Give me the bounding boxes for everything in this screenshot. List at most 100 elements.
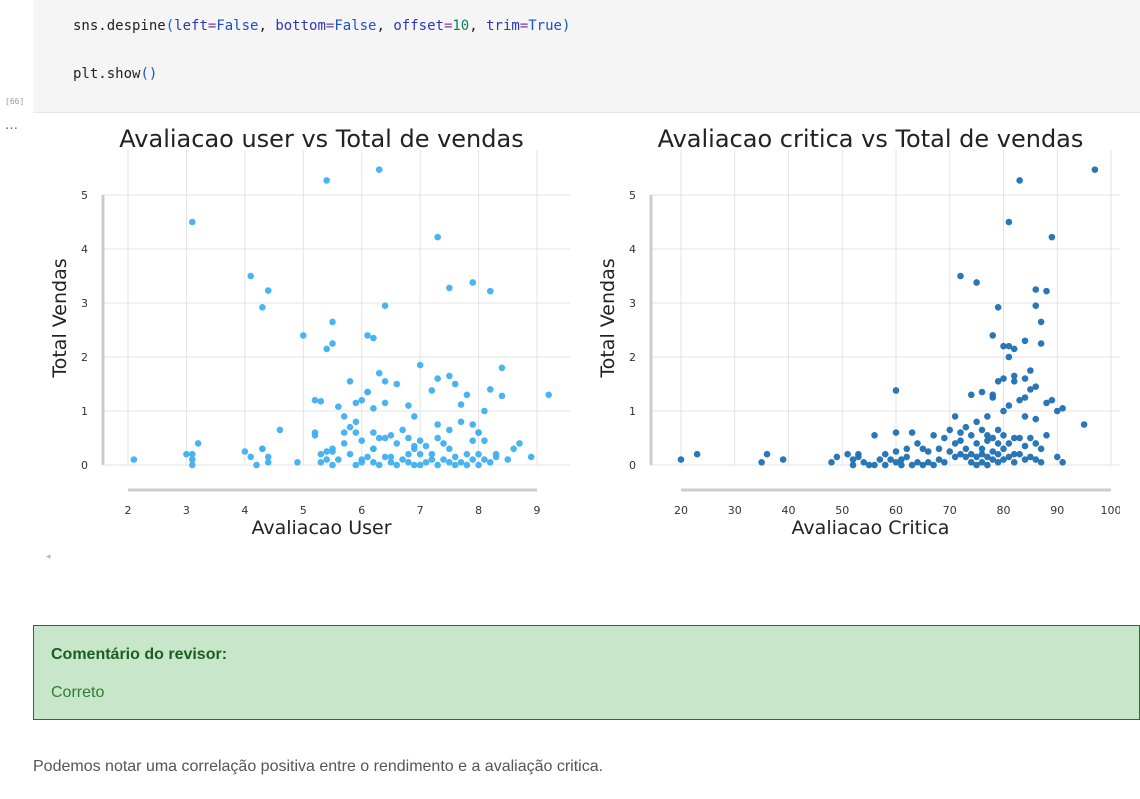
user-xtick-label: 9 [534,504,541,517]
user-data-point [428,387,436,394]
critic-data-point [1037,318,1045,326]
user-data-point [393,380,401,388]
user-data-point [352,429,360,436]
user-data-point [498,364,506,372]
user-data-point [405,434,412,442]
critic-xtick-label: 90 [1050,504,1064,517]
critic-data-point [978,388,986,396]
user-data-point [387,432,395,439]
critic-data-point [941,459,948,466]
code-val-trim: True [528,18,562,34]
code-cell[interactable]: sns.despine(left=False, bottom=False, of… [33,0,1140,113]
user-data-point [416,461,424,469]
user-data-point [492,450,500,458]
user-data-point [241,448,249,455]
critic-ytick-label: 1 [629,405,636,418]
user-data-point [381,302,389,309]
critic-data-point [973,279,980,286]
user-data-point [481,437,488,445]
user-data-point [370,334,377,342]
user-data-point [486,287,494,295]
user-data-point [469,279,477,286]
user-data-point [370,445,377,453]
user-xtick-label: 7 [417,504,424,517]
user-data-point [405,402,412,409]
user-data-point [405,450,412,458]
critic-data-point [881,450,889,458]
user-data-point [393,461,401,469]
critic-data-point [1021,413,1029,420]
user-data-point [405,459,412,466]
user-xtick-label: 4 [241,504,248,517]
output-collapse-icon[interactable]: … [5,118,19,133]
critic-x-axis-label: Avaliacao Critica [792,517,950,539]
user-data-point [475,450,482,458]
critic-data-point [903,453,911,461]
user-data-point [335,456,342,463]
user-ytick-label: 2 [81,351,88,364]
scroll-left-icon[interactable]: ◂ [46,552,51,562]
critic-data-point [957,437,964,445]
critic-data-point [994,440,1002,447]
user-data-point [188,456,196,463]
user-data-point [346,378,354,385]
user-ytick-label: 5 [81,189,88,202]
critic-xtick-label: 30 [728,504,742,517]
critic-data-point [978,426,986,434]
critic-data-point [962,445,970,453]
user-data-point [428,450,436,458]
user-data-point [264,287,272,294]
user-data-point [311,429,319,436]
critic-data-point [1021,375,1029,382]
critic-data-point [892,448,900,455]
critic-data-point [903,445,911,453]
critic-data-point [1091,166,1099,173]
code-val-bottom: False [334,18,377,34]
user-data-point [516,440,523,447]
critic-data-point [1021,442,1029,450]
critic-data-point [1000,407,1007,415]
code-arg-trim: trim [486,18,520,34]
user-data-point [381,378,389,385]
user-data-point [346,450,354,458]
user-data-point [335,403,342,410]
critic-data-point [994,426,1002,434]
execution-count: [66] [5,97,25,106]
critic-ytick-label: 0 [629,459,636,472]
user-data-point [276,426,284,434]
user-data-point [329,340,336,347]
user-data-point [411,413,418,420]
user-data-point [446,372,453,380]
user-data-point [323,448,330,455]
figure-output: Avaliacao user vs Total de vendas 0 1 2 3 4 5 2… [40,118,1122,554]
user-data-point [323,345,330,353]
code-sep: , [469,18,487,34]
critic-data-point [1016,450,1023,458]
user-data-point [375,461,383,469]
user-data-point [498,392,506,400]
critic-data-point [693,450,701,458]
critic-data-point [946,426,954,434]
user-data-point [340,429,348,436]
user-data-point [434,461,441,469]
critic-xtick-label: 60 [889,504,903,517]
critic-data-point [892,429,900,436]
code-arg-bottom: bottom [275,18,326,34]
critic-data-point [1053,453,1061,461]
user-xtick-label: 8 [475,504,482,517]
critic-data-point [1005,440,1013,447]
user-data-point [329,461,336,469]
user-chart-title: Avaliacao user vs Total de vendas [119,125,523,153]
user-data-point [352,418,360,426]
critic-data-point [1027,434,1034,442]
critic-data-point [951,413,959,420]
user-data-point [188,218,196,226]
critic-xtick-label: 70 [943,504,957,517]
critic-data-point [876,456,884,463]
critic-data-point [946,448,954,455]
user-data-point [416,361,424,369]
code-open-paren: ( [165,18,175,34]
user-data-point [451,453,459,461]
critic-data-point [957,272,964,280]
critic-data-point [758,459,765,466]
